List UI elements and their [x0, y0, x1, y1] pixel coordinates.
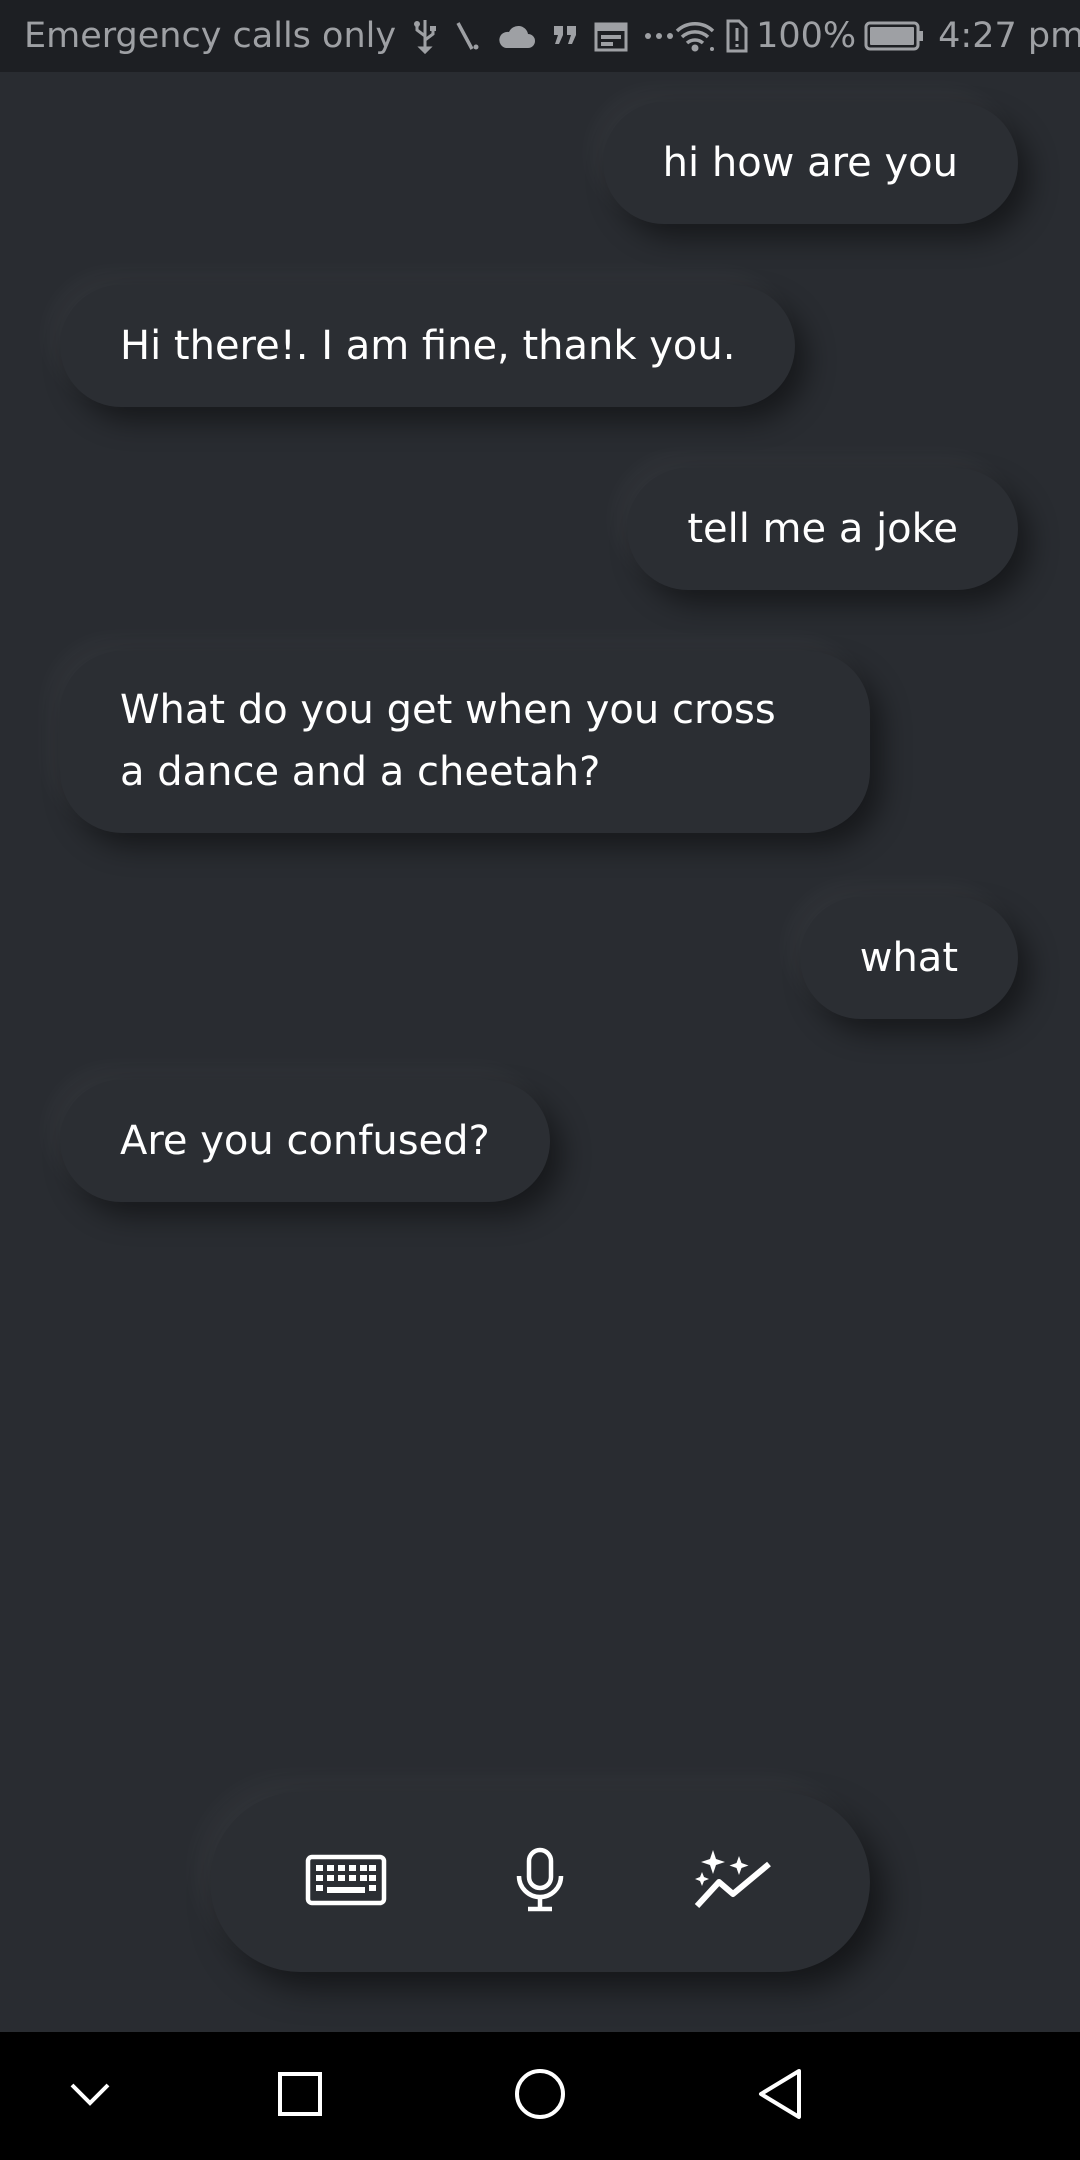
sparkle-chart-icon — [693, 1848, 775, 1916]
microphone-button[interactable] — [490, 1832, 590, 1932]
clock: 4:27 pm — [938, 16, 1080, 56]
battery-icon — [864, 21, 924, 51]
home-circle-icon — [513, 2067, 567, 2125]
bot-message: Hi there!. I am fine, thank you. — [60, 285, 796, 407]
status-right: 100% 4:27 pm — [674, 16, 1080, 56]
carrier-text: Emergency calls only — [24, 16, 397, 56]
chevron-down-icon — [68, 2080, 112, 2112]
user-message: tell me a joke — [627, 468, 1018, 590]
hide-keyboard-button[interactable] — [50, 2056, 130, 2136]
keyboard-icon — [305, 1854, 387, 1910]
input-action-bar — [210, 1792, 870, 1972]
bot-message: What do you get when you cross a dance a… — [60, 651, 870, 833]
wifi-icon — [674, 19, 716, 53]
navigation-bar — [0, 2032, 1080, 2160]
more-icon — [644, 31, 674, 41]
chat-screen: Emergency calls only 100% 4:27 pm hi how… — [0, 0, 1080, 2160]
back-triangle-icon — [755, 2067, 805, 2125]
recents-button[interactable] — [260, 2056, 340, 2136]
user-message: hi how are you — [602, 102, 1018, 224]
home-button[interactable] — [500, 2056, 580, 2136]
status-bar: Emergency calls only 100% 4:27 pm — [0, 0, 1080, 72]
battery-alert-icon — [724, 19, 748, 53]
chat-messages: hi how are you Hi there!. I am fine, tha… — [0, 72, 1080, 2032]
calendar-icon — [594, 20, 628, 52]
back-button[interactable] — [740, 2056, 820, 2136]
cloud-icon — [496, 22, 536, 50]
user-message: what — [799, 897, 1018, 1019]
quote-icon — [552, 22, 578, 50]
signal-icon — [454, 19, 480, 53]
recents-square-icon — [277, 2071, 323, 2121]
status-left: Emergency calls only — [24, 16, 674, 56]
suggestions-button[interactable] — [684, 1832, 784, 1932]
microphone-icon — [512, 1847, 568, 1917]
battery-percent: 100% — [756, 16, 857, 56]
usb-icon — [412, 18, 438, 54]
bot-message: Are you confused? — [60, 1080, 550, 1202]
keyboard-button[interactable] — [296, 1832, 396, 1932]
